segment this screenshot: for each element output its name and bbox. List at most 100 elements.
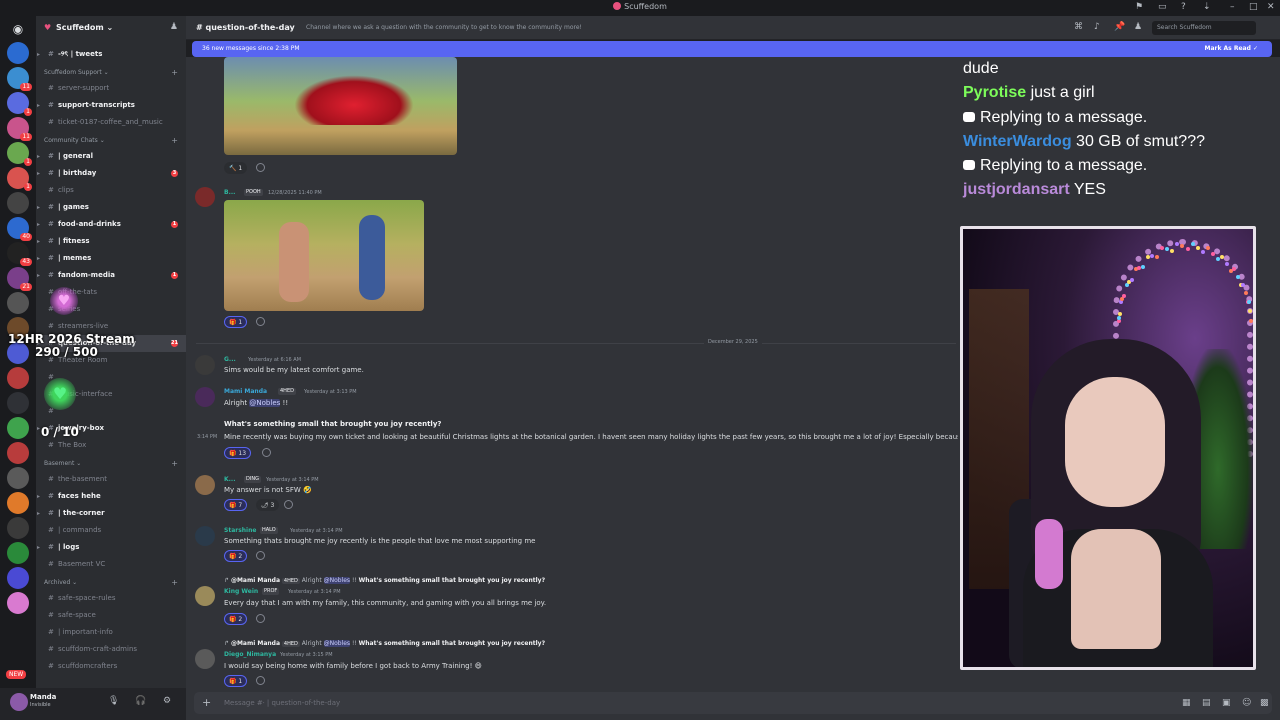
gift-icon[interactable]: ▦ xyxy=(1182,698,1191,708)
author-name[interactable]: Diego_Nimanya xyxy=(224,651,276,658)
sidebar-item-channel[interactable]: ▸ # | the-corner xyxy=(36,505,186,522)
inbox-icon[interactable]: ⚑ xyxy=(1135,2,1143,12)
server-icon[interactable] xyxy=(7,592,29,614)
server-icon[interactable]: 11 xyxy=(7,117,32,141)
settings-gear-icon[interactable]: ⚙ xyxy=(163,696,171,706)
headphones-icon[interactable]: 🎧 xyxy=(135,696,146,706)
server-icon[interactable]: 40 xyxy=(7,217,32,241)
server-icon[interactable] xyxy=(7,492,29,514)
server-icon[interactable] xyxy=(7,467,29,489)
sidebar-item-channel[interactable]: ▸ # faces hehe xyxy=(36,488,186,505)
bell-icon[interactable]: ♪ xyxy=(1094,22,1100,32)
sidebar-item-channel[interactable]: ▸ # | logs xyxy=(36,539,186,556)
monitor-icon[interactable]: ▭ xyxy=(1158,2,1167,12)
sidebar-item-channel[interactable]: # scuffdom-craft-admins xyxy=(36,641,186,658)
add-friend-icon[interactable]: ♟ xyxy=(170,22,178,32)
avatar[interactable] xyxy=(195,355,215,375)
message-input[interactable]: Message #⸱ | question-of-the-day xyxy=(224,699,340,708)
new-messages-bar[interactable]: 36 new messages since 2:38 PM Mark As Re… xyxy=(192,41,1272,57)
gta-screenshot-image[interactable] xyxy=(224,200,424,311)
server-header[interactable]: ♥ Scuffedom ⌄ ♟ xyxy=(36,16,186,40)
sidebar-item-channel[interactable]: ▸ # fandom-media 1 xyxy=(36,267,186,284)
username[interactable]: Manda xyxy=(30,693,56,701)
sidebar-item-channel[interactable]: ▸ # | fitness xyxy=(36,233,186,250)
sidebar-item-channel[interactable]: # safe-space-rules xyxy=(36,590,186,607)
server-icon[interactable]: 21 xyxy=(7,267,32,291)
avatar[interactable] xyxy=(195,187,215,207)
author-name[interactable]: B... xyxy=(224,189,235,196)
sidebar-item-channel[interactable]: ▸ # | birthday 3 xyxy=(36,165,186,182)
channel-category[interactable]: Scuffedom Support ⌄ + xyxy=(36,63,186,80)
server-icon[interactable]: 1 xyxy=(7,167,32,191)
sidebar-item-channel[interactable]: ▸ # food-and-drinks 1 xyxy=(36,216,186,233)
add-reaction-icon[interactable] xyxy=(284,500,293,509)
user-mention[interactable]: @Nobles xyxy=(249,399,281,407)
user-mention[interactable]: @Nobles xyxy=(323,577,351,584)
download-icon[interactable]: ⇣ xyxy=(1203,2,1211,12)
emoji-icon[interactable]: ☺ xyxy=(1242,698,1251,708)
minimize-icon[interactable]: – xyxy=(1230,2,1235,12)
server-icon[interactable] xyxy=(7,192,29,214)
avatar[interactable] xyxy=(195,586,215,606)
sidebar-item-channel[interactable]: # server-support xyxy=(36,80,186,97)
sidebar-item-channel[interactable]: # | commands xyxy=(36,522,186,539)
sidebar-item-channel[interactable]: ▸ # -୨ৎ | tweets xyxy=(36,46,186,63)
author-name[interactable]: G... xyxy=(224,356,236,363)
help-icon[interactable]: ? xyxy=(1181,2,1186,12)
server-icon[interactable]: 1 xyxy=(7,142,32,166)
sidebar-item-channel[interactable]: ▸ # | general xyxy=(36,148,186,165)
channel-topic[interactable]: Channel where we ask a question with the… xyxy=(306,24,582,31)
pin-icon[interactable]: 📌 xyxy=(1114,22,1125,32)
server-icon[interactable] xyxy=(7,442,29,464)
search-input[interactable]: Search Scuffedom xyxy=(1152,21,1256,35)
server-icon[interactable]: 1 xyxy=(7,92,32,116)
server-icon[interactable] xyxy=(7,517,29,539)
author-name[interactable]: Mami Manda xyxy=(224,388,267,395)
reaction[interactable]: 🔨 1 xyxy=(224,162,248,174)
user-mention[interactable]: @Nobles xyxy=(323,640,351,647)
server-icon[interactable] xyxy=(7,417,29,439)
reaction[interactable]: 🎁 1 xyxy=(224,675,248,687)
server-icon[interactable] xyxy=(7,542,29,564)
server-icon[interactable] xyxy=(7,392,29,414)
reaction[interactable]: 🎁 2 xyxy=(224,550,248,562)
gif-icon[interactable]: ▤ xyxy=(1202,698,1211,708)
server-icon[interactable]: 43 xyxy=(7,242,32,266)
apps-icon[interactable]: ▩ xyxy=(1260,698,1269,708)
add-attachment-icon[interactable]: + xyxy=(202,696,211,709)
server-icon[interactable] xyxy=(7,42,29,64)
threads-icon[interactable]: ⌘ xyxy=(1074,22,1083,32)
reaction[interactable]: 🎁 7 xyxy=(224,499,248,511)
sidebar-item-channel[interactable]: # safe-space xyxy=(36,607,186,624)
server-icon[interactable] xyxy=(7,367,29,389)
sidebar-item-channel[interactable]: # scuffdomcrafters xyxy=(36,658,186,675)
sticker-icon[interactable]: ▣ xyxy=(1222,698,1231,708)
sidebar-item-channel[interactable]: # clips xyxy=(36,182,186,199)
reply-preview[interactable]: ↱ @Mami Manda 4HED Alright @Nobles !! Wh… xyxy=(224,577,545,585)
add-reaction-icon[interactable] xyxy=(256,551,265,560)
server-icon[interactable] xyxy=(7,292,29,314)
add-reaction-icon[interactable] xyxy=(256,317,265,326)
sidebar-item-channel[interactable]: # | important-info xyxy=(36,624,186,641)
forza-screenshot-image[interactable] xyxy=(224,57,457,155)
maximize-icon[interactable]: □ xyxy=(1249,2,1258,12)
sidebar-item-channel[interactable]: # Basement VC xyxy=(36,556,186,573)
reaction[interactable]: 🎁 1 xyxy=(224,316,248,328)
avatar[interactable] xyxy=(195,387,215,407)
close-icon[interactable]: ✕ xyxy=(1267,2,1275,12)
add-reaction-icon[interactable] xyxy=(256,614,265,623)
sidebar-item-channel[interactable]: # ticket-0187-coffee_and_music xyxy=(36,114,186,131)
reaction[interactable]: 🌶 3 xyxy=(256,499,280,511)
sidebar-item-channel[interactable]: # the-basement xyxy=(36,471,186,488)
discord-home-icon[interactable]: ◉ xyxy=(7,20,29,38)
author-name[interactable]: King Wein xyxy=(224,588,258,595)
channel-category[interactable]: Archived ⌄ + xyxy=(36,573,186,590)
mark-as-read-button[interactable]: Mark As Read ✓ xyxy=(1204,45,1258,52)
avatar[interactable] xyxy=(195,649,215,669)
reaction[interactable]: 🎁 13 xyxy=(224,447,252,459)
avatar[interactable] xyxy=(195,526,215,546)
add-reaction-icon[interactable] xyxy=(256,676,265,685)
add-reaction-icon[interactable] xyxy=(262,448,271,457)
sidebar-item-channel[interactable]: # The Box xyxy=(36,437,186,454)
sidebar-item-channel[interactable]: ▸ # | games xyxy=(36,199,186,216)
